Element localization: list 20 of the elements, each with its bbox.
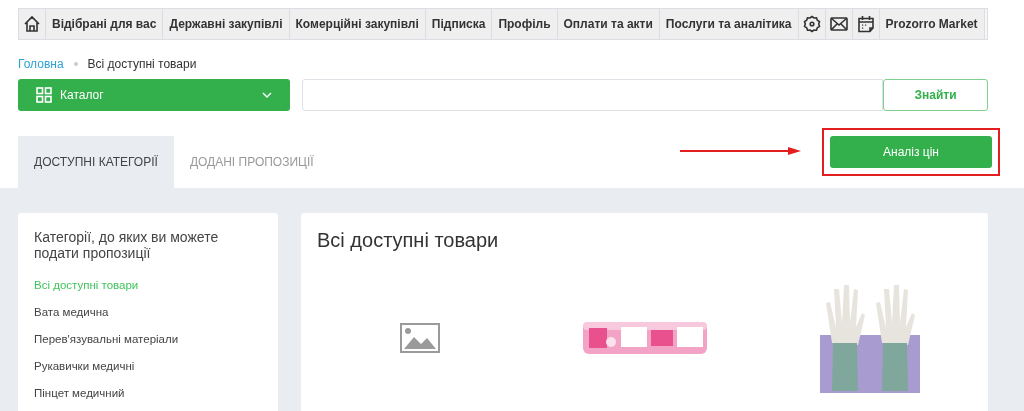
- nav-link[interactable]: Оплати та акти: [557, 9, 660, 39]
- nav-link[interactable]: Профіль: [492, 9, 558, 39]
- sidebar-title: Категорії, до яких ви можете подати пропозиції: [34, 229, 220, 261]
- category-link[interactable]: Пінцет медичний: [34, 386, 262, 401]
- chevron-down-icon: [262, 92, 272, 98]
- section-title: Всі доступні товари: [317, 229, 500, 252]
- nav-link[interactable]: Комерційні закупівлі: [289, 9, 426, 39]
- image-placeholder-icon: [399, 323, 440, 353]
- tab[interactable]: ДОСТУПНІ КАТЕГОРІЇ: [18, 136, 174, 188]
- breadcrumb-current: Всі доступні товари: [87, 56, 197, 71]
- search-field[interactable]: [302, 79, 883, 111]
- category-link[interactable]: Рукавички медичні: [34, 359, 262, 374]
- nav-link[interactable]: Послуги та аналітика: [659, 9, 799, 39]
- category-link[interactable]: Вата медична: [34, 305, 262, 320]
- grid-icon: [36, 87, 52, 103]
- nav-link[interactable]: Prozorro Market: [879, 9, 985, 39]
- category-link[interactable]: Перев'язувальні матеріали: [34, 332, 262, 347]
- nav-link[interactable]: Підписка: [425, 9, 493, 39]
- nav-link[interactable]: Відібрані для вас: [46, 9, 164, 39]
- nav-link[interactable]: Державні закупівлі: [163, 9, 290, 39]
